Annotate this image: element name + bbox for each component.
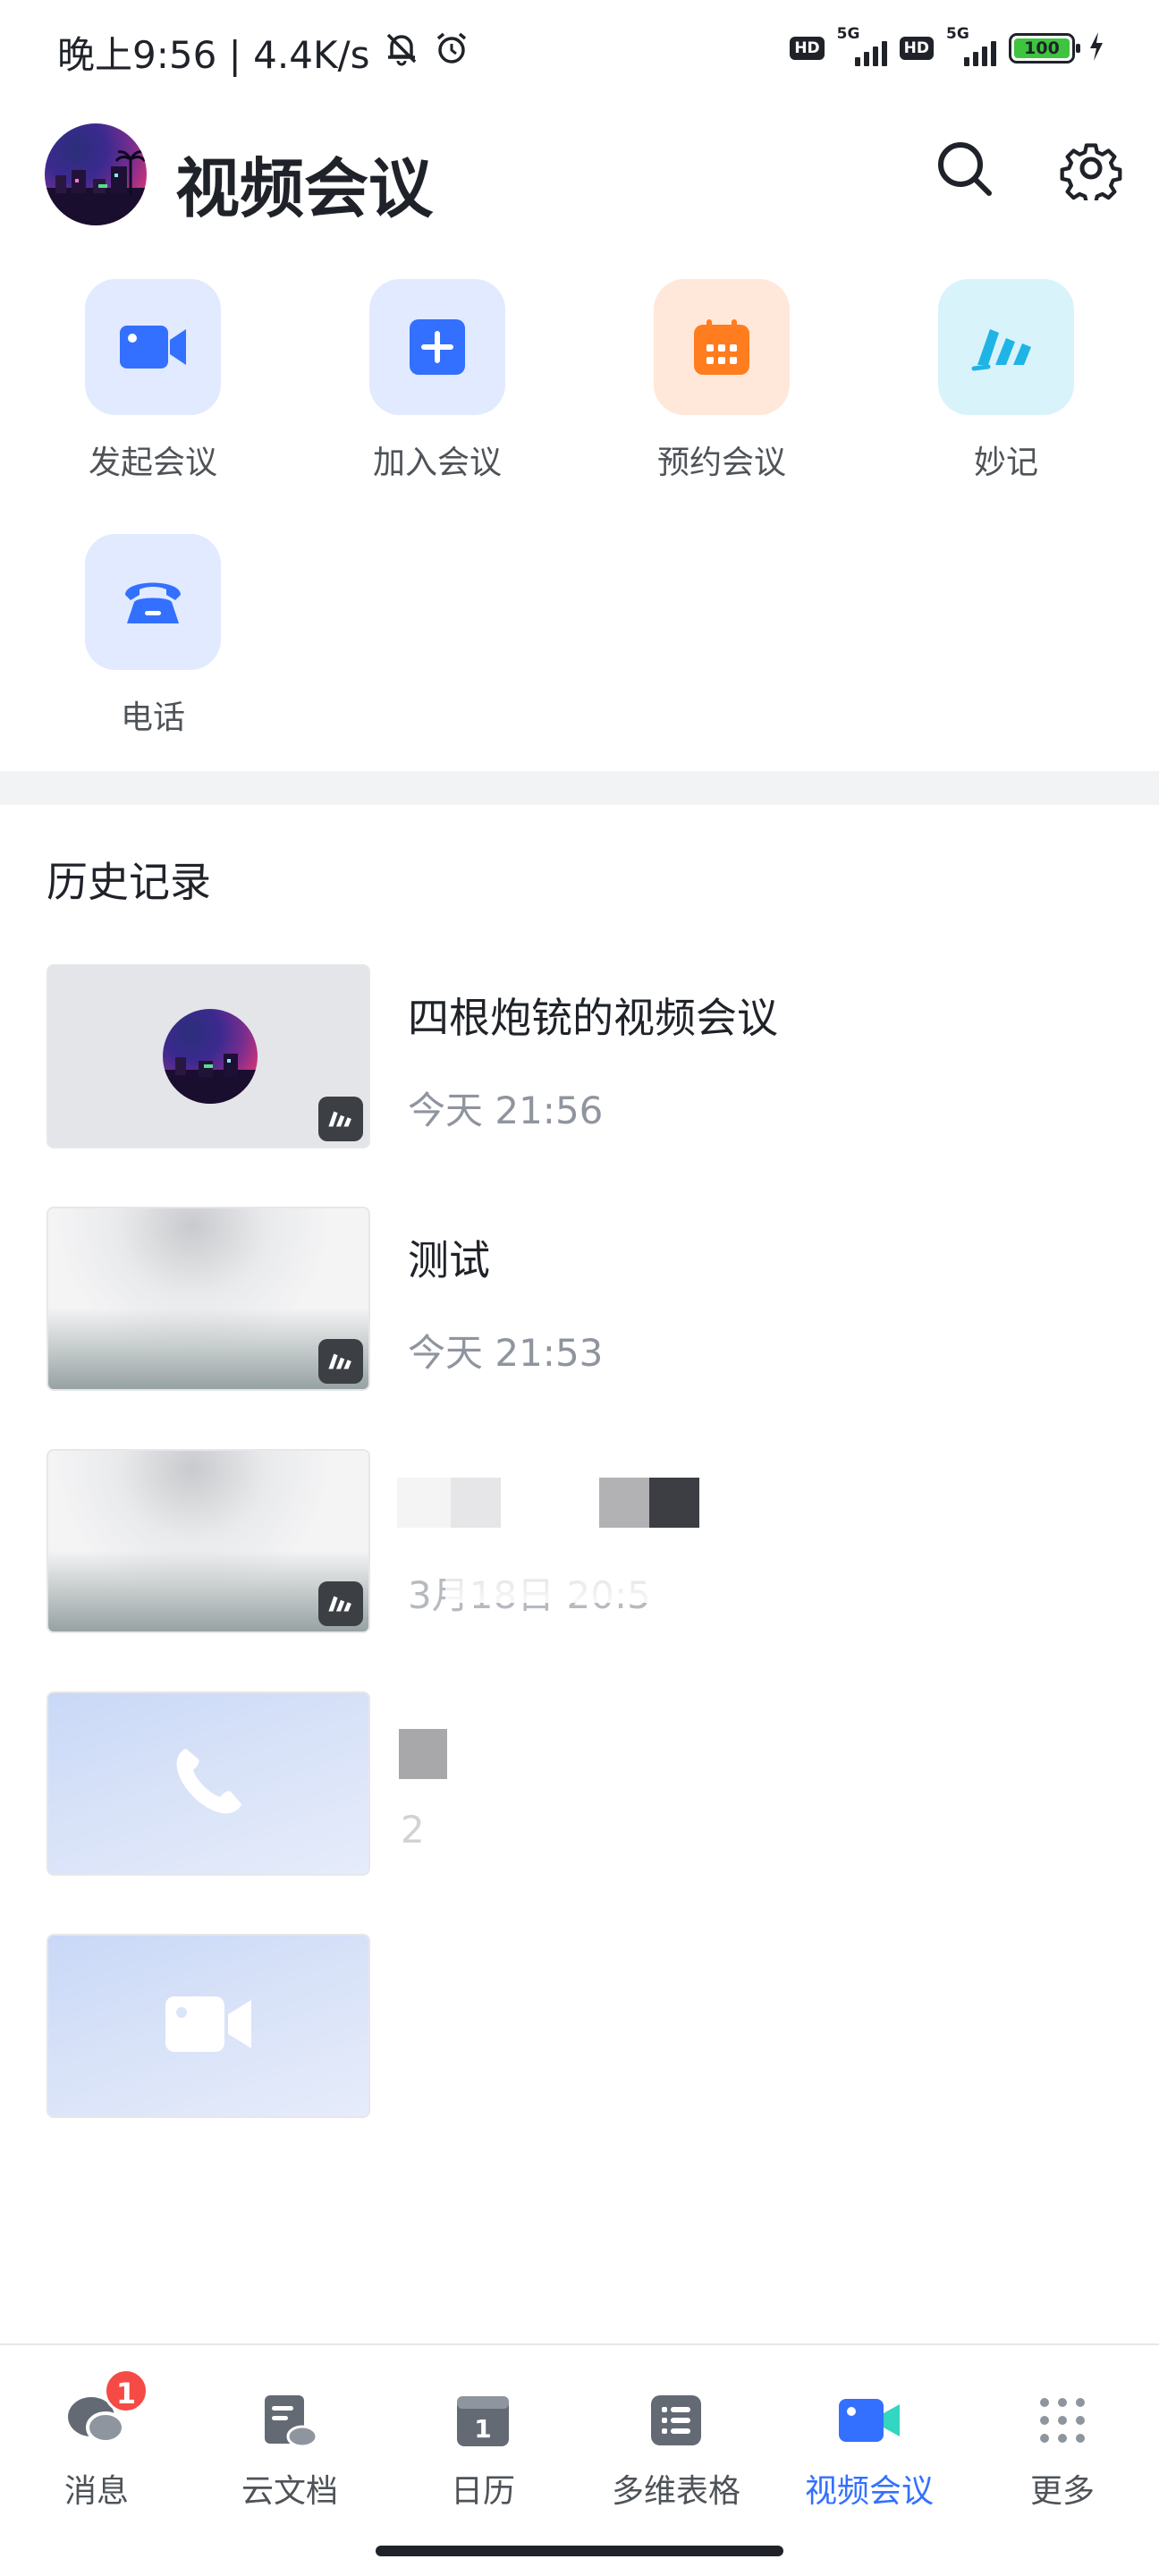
schedule-meeting-button[interactable]: 预约会议 bbox=[628, 279, 816, 483]
tab-bitable[interactable]: 多维表格 bbox=[580, 2388, 773, 2512]
cloud-doc-icon bbox=[258, 2388, 322, 2453]
phone-button[interactable]: 电话 bbox=[59, 534, 247, 738]
battery-icon: 100 bbox=[1009, 33, 1080, 64]
tab-more[interactable]: 更多 bbox=[966, 2388, 1159, 2512]
tab-label: 云文档 bbox=[241, 2473, 338, 2510]
bottom-tab-bar: 1 消息 云文档 1 日历 多维表格 视频会议 更多 bbox=[0, 2343, 1159, 2576]
tab-label: 消息 bbox=[63, 2473, 129, 2510]
tab-cloud-docs[interactable]: 云文档 bbox=[193, 2388, 386, 2512]
phone-label: 电话 bbox=[120, 699, 185, 736]
history-item[interactable]: 测试 今天 21:53 bbox=[47, 1207, 1120, 1391]
redacted-block bbox=[445, 1572, 696, 1603]
start-meeting-tile[interactable] bbox=[85, 279, 221, 415]
calendar-icon bbox=[694, 319, 749, 375]
history-thumbnail bbox=[47, 1934, 370, 2118]
history-thumbnail bbox=[47, 964, 370, 1148]
tab-messages[interactable]: 1 消息 bbox=[0, 2368, 193, 2512]
history-item-title: 测试 bbox=[408, 1236, 490, 1284]
phone-icon bbox=[125, 582, 181, 623]
chat-bubble-icon: 1 bbox=[64, 2368, 148, 2453]
redacted-block bbox=[649, 1478, 699, 1528]
search-icon bbox=[938, 142, 992, 196]
history-item-time: 今天 21:53 bbox=[408, 1331, 604, 1375]
alarm-clock-icon bbox=[433, 30, 470, 76]
status-left: 晚上9:56 | 4.4K/s bbox=[57, 25, 470, 80]
video-meeting-icon bbox=[837, 2388, 901, 2453]
calendar-day: 1 bbox=[474, 2414, 491, 2444]
join-meeting-label: 加入会议 bbox=[372, 445, 502, 481]
charging-icon bbox=[1087, 30, 1105, 66]
minutes-icon bbox=[971, 329, 1031, 371]
history-item[interactable]: 2 bbox=[47, 1691, 1120, 1876]
redacted-block bbox=[599, 1478, 649, 1528]
hd-badge-2: HD bbox=[899, 37, 934, 60]
tab-video-meeting[interactable]: 视频会议 bbox=[773, 2388, 966, 2512]
minutes-badge-icon bbox=[318, 1339, 363, 1384]
history-thumbnail bbox=[47, 1449, 370, 1633]
home-indicator[interactable] bbox=[376, 2546, 783, 2556]
phone-tile[interactable] bbox=[85, 534, 221, 670]
battery-level: 100 bbox=[1014, 38, 1070, 58]
redacted-block bbox=[399, 1729, 447, 1779]
silent-bell-icon bbox=[383, 30, 420, 76]
video-camera-icon bbox=[120, 326, 186, 369]
history-thumbnail bbox=[47, 1207, 370, 1391]
signal-icon: 5G bbox=[837, 25, 887, 66]
tab-label: 更多 bbox=[1029, 2473, 1095, 2510]
status-time-speed: 晚上9:56 | 4.4K/s bbox=[57, 33, 370, 77]
minutes-tile[interactable] bbox=[938, 279, 1074, 415]
settings-button[interactable] bbox=[1055, 132, 1127, 204]
minutes-label: 妙记 bbox=[973, 445, 1038, 481]
minutes-badge-icon bbox=[318, 1097, 363, 1141]
history-title: 历史记录 bbox=[47, 858, 211, 906]
plus-icon bbox=[410, 319, 465, 375]
status-bar: 晚上9:56 | 4.4K/s HD 5G HD 5G 100 bbox=[0, 0, 1159, 98]
page-title: 视频会议 bbox=[175, 151, 434, 226]
section-divider bbox=[0, 771, 1159, 805]
tab-label: 视频会议 bbox=[804, 2473, 934, 2510]
hd-badge: HD bbox=[790, 37, 825, 60]
header: 视频会议 bbox=[0, 116, 1159, 233]
phone-call-icon bbox=[168, 1741, 249, 1826]
unread-badge: 1 bbox=[104, 2368, 148, 2413]
redacted-block bbox=[397, 1478, 451, 1528]
history-thumbnail bbox=[47, 1691, 370, 1876]
history-item-time: 2 bbox=[401, 1808, 425, 1852]
gear-icon bbox=[1060, 143, 1122, 200]
minutes-badge-icon bbox=[318, 1581, 363, 1626]
avatar[interactable] bbox=[45, 123, 147, 225]
join-meeting-button[interactable]: 加入会议 bbox=[343, 279, 531, 483]
history-item[interactable] bbox=[47, 1934, 1120, 2118]
history-item-title: 四根炮铳的视频会议 bbox=[408, 994, 778, 1042]
redacted-block bbox=[451, 1478, 501, 1528]
status-right: HD 5G HD 5G 100 bbox=[790, 25, 1105, 66]
signal-icon-2: 5G bbox=[946, 25, 996, 66]
video-camera-icon bbox=[164, 1993, 253, 2059]
start-meeting-button[interactable]: 发起会议 bbox=[59, 279, 247, 483]
tab-calendar[interactable]: 1 日历 bbox=[386, 2388, 580, 2512]
tab-label: 日历 bbox=[450, 2473, 515, 2510]
history-item-time: 今天 21:56 bbox=[408, 1089, 604, 1132]
schedule-meeting-label: 预约会议 bbox=[656, 445, 786, 481]
table-list-icon bbox=[644, 2388, 708, 2453]
grid-dots-icon bbox=[1030, 2388, 1095, 2453]
history-item[interactable]: 3月18日 20:5 bbox=[47, 1449, 1120, 1633]
tab-label: 多维表格 bbox=[611, 2473, 740, 2510]
start-meeting-label: 发起会议 bbox=[88, 445, 217, 481]
schedule-meeting-tile[interactable] bbox=[654, 279, 790, 415]
history-item[interactable]: 四根炮铳的视频会议 今天 21:56 bbox=[47, 964, 1120, 1148]
minutes-button[interactable]: 妙记 bbox=[912, 279, 1100, 483]
calendar-icon: 1 bbox=[451, 2388, 515, 2453]
meeting-avatar bbox=[163, 1009, 258, 1104]
join-meeting-tile[interactable] bbox=[369, 279, 505, 415]
search-button[interactable] bbox=[928, 132, 1000, 204]
